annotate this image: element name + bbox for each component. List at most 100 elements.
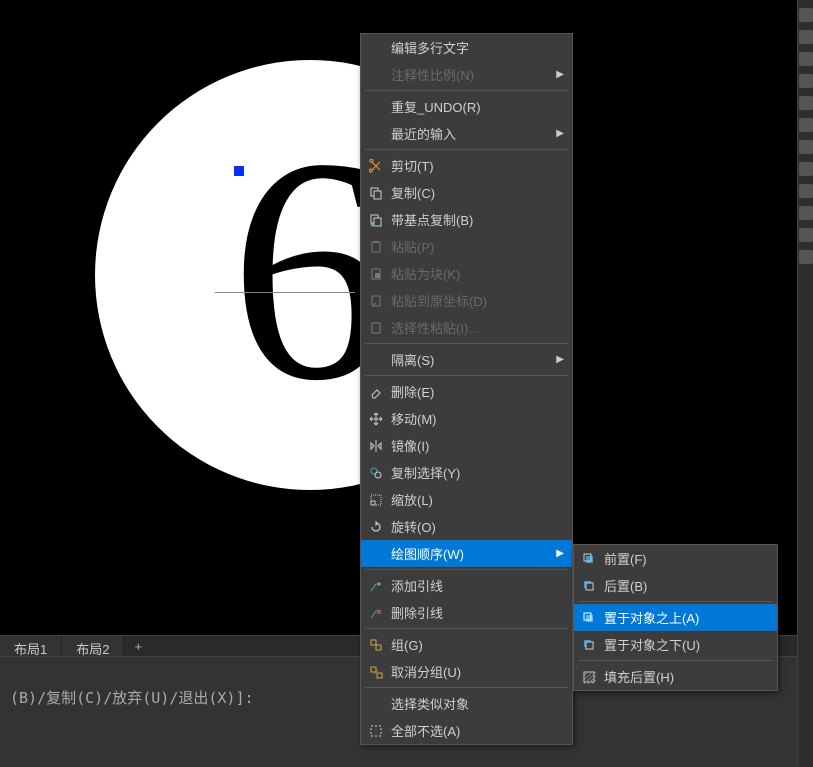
menu-rotate[interactable]: 旋转(O) <box>361 513 572 540</box>
blank-icon <box>367 66 385 84</box>
blank-icon <box>367 39 385 57</box>
command-prompt: (B)/复制(C)/放弃(U)/退出(X)]: <box>10 689 254 707</box>
tab-layout2[interactable]: 布局2 <box>62 636 124 656</box>
draw-order-submenu: 前置(F) 后置(B) 置于对象之上(A) 置于对象之下(U) 填充后置(H) <box>573 544 778 691</box>
blank-icon <box>367 545 385 563</box>
menu-move[interactable]: 移动(M) <box>361 405 572 432</box>
tool-icon[interactable] <box>799 96 813 110</box>
menu-label: 置于对象之下(U) <box>604 635 769 654</box>
menu-copy-select[interactable]: 复制选择(Y) <box>361 459 572 486</box>
menu-select-similar[interactable]: 选择类似对象 <box>361 690 572 717</box>
menu-ungroup[interactable]: 取消分组(U) <box>361 658 572 685</box>
menu-label: 旋转(O) <box>391 517 564 536</box>
menu-label: 后置(B) <box>604 576 769 595</box>
menu-separator <box>365 628 568 629</box>
menu-label: 组(G) <box>391 635 564 654</box>
menu-label: 复制(C) <box>391 183 564 202</box>
tool-icon[interactable] <box>799 118 813 132</box>
menu-label: 剪切(T) <box>391 156 564 175</box>
menu-paste-special: 选择性粘贴(I)... <box>361 314 572 341</box>
menu-label: 镜像(I) <box>391 436 564 455</box>
tool-icon[interactable] <box>799 206 813 220</box>
menu-label: 隔离(S) <box>391 350 550 369</box>
menu-label: 选择类似对象 <box>391 694 564 713</box>
menu-draw-order[interactable]: 绘图顺序(W) ▶ <box>361 540 572 567</box>
tool-icon[interactable] <box>799 52 813 66</box>
erase-icon <box>367 383 385 401</box>
menu-label: 粘贴(P) <box>391 237 564 256</box>
submenu-arrow-icon: ▶ <box>556 354 564 365</box>
context-menu: 编辑多行文字 注释性比例(N) ▶ 重复_UNDO(R) 最近的输入 ▶ 剪切(… <box>360 33 573 745</box>
remove-leader-icon <box>367 604 385 622</box>
menu-label: 全部不选(A) <box>391 721 564 740</box>
bring-front-icon <box>580 550 598 568</box>
menu-label: 注释性比例(N) <box>391 65 550 84</box>
hatch-back-icon <box>580 668 598 686</box>
ungroup-icon <box>367 663 385 681</box>
menu-separator <box>365 90 568 91</box>
menu-group[interactable]: 组(G) <box>361 631 572 658</box>
menu-label: 粘贴到原坐标(D) <box>391 291 564 310</box>
menu-erase[interactable]: 删除(E) <box>361 378 572 405</box>
tool-icon[interactable] <box>799 140 813 154</box>
blank-icon <box>367 695 385 713</box>
above-object-icon <box>580 609 598 627</box>
menu-deselect-all[interactable]: 全部不选(A) <box>361 717 572 744</box>
add-leader-icon <box>367 577 385 595</box>
tab-layout1[interactable]: 布局1 <box>0 636 62 656</box>
group-icon <box>367 636 385 654</box>
menu-edit-mtext[interactable]: 编辑多行文字 <box>361 34 572 61</box>
submenu-arrow-icon: ▶ <box>556 69 564 80</box>
menu-label: 添加引线 <box>391 576 564 595</box>
submenu-below-object[interactable]: 置于对象之下(U) <box>574 631 777 658</box>
menu-scale[interactable]: 缩放(L) <box>361 486 572 513</box>
tool-icon[interactable] <box>799 30 813 44</box>
tool-icon[interactable] <box>799 162 813 176</box>
menu-label: 编辑多行文字 <box>391 38 564 57</box>
menu-copy[interactable]: 复制(C) <box>361 179 572 206</box>
menu-label: 前置(F) <box>604 549 769 568</box>
menu-label: 置于对象之上(A) <box>604 608 769 627</box>
mirror-icon <box>367 437 385 455</box>
menu-separator <box>365 569 568 570</box>
selection-grip[interactable] <box>234 166 244 176</box>
menu-label: 缩放(L) <box>391 490 564 509</box>
copy-base-icon <box>367 211 385 229</box>
submenu-send-back[interactable]: 后置(B) <box>574 572 777 599</box>
menu-paste-orig: 粘贴到原坐标(D) <box>361 287 572 314</box>
menu-repeat-undo[interactable]: 重复_UNDO(R) <box>361 93 572 120</box>
menu-label: 最近的输入 <box>391 124 550 143</box>
menu-remove-leader[interactable]: 删除引线 <box>361 599 572 626</box>
scissors-icon <box>367 157 385 175</box>
menu-label: 删除(E) <box>391 382 564 401</box>
tool-icon[interactable] <box>799 74 813 88</box>
tool-icon[interactable] <box>799 228 813 242</box>
menu-copy-base[interactable]: 带基点复制(B) <box>361 206 572 233</box>
tab-add-button[interactable]: + <box>124 636 152 656</box>
paste-icon <box>367 238 385 256</box>
blank-icon <box>367 125 385 143</box>
submenu-arrow-icon: ▶ <box>556 128 564 139</box>
menu-mirror[interactable]: 镜像(I) <box>361 432 572 459</box>
menu-separator <box>365 375 568 376</box>
submenu-hatch-back[interactable]: 填充后置(H) <box>574 663 777 690</box>
send-back-icon <box>580 577 598 595</box>
menu-label: 复制选择(Y) <box>391 463 564 482</box>
blank-icon <box>367 98 385 116</box>
tool-icon[interactable] <box>799 8 813 22</box>
right-tool-palette <box>797 0 813 767</box>
submenu-above-object[interactable]: 置于对象之上(A) <box>574 604 777 631</box>
tool-icon[interactable] <box>799 250 813 264</box>
copy-icon <box>367 184 385 202</box>
center-line <box>215 292 355 293</box>
menu-cut[interactable]: 剪切(T) <box>361 152 572 179</box>
tool-icon[interactable] <box>799 184 813 198</box>
blank-icon <box>367 351 385 369</box>
menu-isolate[interactable]: 隔离(S) ▶ <box>361 346 572 373</box>
menu-add-leader[interactable]: 添加引线 <box>361 572 572 599</box>
menu-recent-input[interactable]: 最近的输入 ▶ <box>361 120 572 147</box>
deselect-icon <box>367 722 385 740</box>
paste-orig-icon <box>367 292 385 310</box>
submenu-bring-front[interactable]: 前置(F) <box>574 545 777 572</box>
menu-label: 选择性粘贴(I)... <box>391 318 564 337</box>
